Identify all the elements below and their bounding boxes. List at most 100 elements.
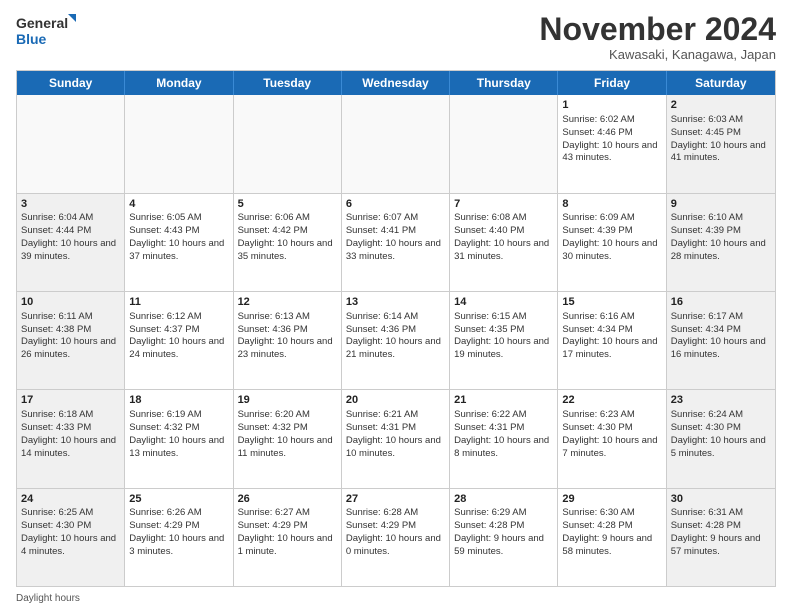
calendar-header-cell: Saturday [667,71,775,95]
calendar-cell: 26Sunrise: 6:27 AM Sunset: 4:29 PM Dayli… [234,489,342,586]
day-info: Sunrise: 6:29 AM Sunset: 4:28 PM Dayligh… [454,507,544,556]
calendar-header-cell: Tuesday [234,71,342,95]
footer: Daylight hours [16,593,776,604]
day-number: 7 [454,197,553,212]
calendar-cell: 11Sunrise: 6:12 AM Sunset: 4:37 PM Dayli… [125,292,233,389]
calendar-cell: 15Sunrise: 6:16 AM Sunset: 4:34 PM Dayli… [558,292,666,389]
calendar-header-cell: Monday [125,71,233,95]
calendar-body: 1Sunrise: 6:02 AM Sunset: 4:46 PM Daylig… [17,95,775,586]
day-number: 9 [671,197,771,212]
generalblue-logo-icon: General Blue [16,12,76,50]
calendar-cell: 2Sunrise: 6:03 AM Sunset: 4:45 PM Daylig… [667,95,775,192]
calendar-cell: 29Sunrise: 6:30 AM Sunset: 4:28 PM Dayli… [558,489,666,586]
svg-text:General: General [16,15,68,31]
day-info: Sunrise: 6:23 AM Sunset: 4:30 PM Dayligh… [562,409,657,458]
day-number: 14 [454,295,553,310]
day-info: Sunrise: 6:28 AM Sunset: 4:29 PM Dayligh… [346,507,441,556]
calendar-row: 17Sunrise: 6:18 AM Sunset: 4:33 PM Dayli… [17,389,775,487]
logo: General Blue [16,12,76,50]
day-info: Sunrise: 6:08 AM Sunset: 4:40 PM Dayligh… [454,212,549,261]
calendar-cell: 13Sunrise: 6:14 AM Sunset: 4:36 PM Dayli… [342,292,450,389]
calendar-header-cell: Thursday [450,71,558,95]
calendar-cell: 24Sunrise: 6:25 AM Sunset: 4:30 PM Dayli… [17,489,125,586]
day-number: 30 [671,492,771,507]
calendar-cell: 3Sunrise: 6:04 AM Sunset: 4:44 PM Daylig… [17,194,125,291]
calendar-cell [125,95,233,192]
day-number: 26 [238,492,337,507]
day-number: 2 [671,98,771,113]
day-number: 12 [238,295,337,310]
day-number: 10 [21,295,120,310]
calendar-cell: 8Sunrise: 6:09 AM Sunset: 4:39 PM Daylig… [558,194,666,291]
day-info: Sunrise: 6:30 AM Sunset: 4:28 PM Dayligh… [562,507,652,556]
day-number: 16 [671,295,771,310]
calendar-header-cell: Sunday [17,71,125,95]
day-info: Sunrise: 6:05 AM Sunset: 4:43 PM Dayligh… [129,212,224,261]
day-number: 11 [129,295,228,310]
day-number: 13 [346,295,445,310]
day-info: Sunrise: 6:02 AM Sunset: 4:46 PM Dayligh… [562,114,657,163]
day-info: Sunrise: 6:07 AM Sunset: 4:41 PM Dayligh… [346,212,441,261]
month-title: November 2024 [539,12,776,47]
day-number: 21 [454,393,553,408]
day-info: Sunrise: 6:18 AM Sunset: 4:33 PM Dayligh… [21,409,116,458]
calendar-header-row: SundayMondayTuesdayWednesdayThursdayFrid… [17,71,775,95]
calendar-cell: 6Sunrise: 6:07 AM Sunset: 4:41 PM Daylig… [342,194,450,291]
calendar-cell: 12Sunrise: 6:13 AM Sunset: 4:36 PM Dayli… [234,292,342,389]
day-number: 23 [671,393,771,408]
day-number: 17 [21,393,120,408]
day-number: 6 [346,197,445,212]
calendar-cell: 1Sunrise: 6:02 AM Sunset: 4:46 PM Daylig… [558,95,666,192]
calendar-row: 24Sunrise: 6:25 AM Sunset: 4:30 PM Dayli… [17,488,775,586]
calendar-cell: 18Sunrise: 6:19 AM Sunset: 4:32 PM Dayli… [125,390,233,487]
day-number: 15 [562,295,661,310]
calendar-cell: 23Sunrise: 6:24 AM Sunset: 4:30 PM Dayli… [667,390,775,487]
day-info: Sunrise: 6:09 AM Sunset: 4:39 PM Dayligh… [562,212,657,261]
day-number: 19 [238,393,337,408]
day-info: Sunrise: 6:15 AM Sunset: 4:35 PM Dayligh… [454,311,549,360]
calendar-cell: 25Sunrise: 6:26 AM Sunset: 4:29 PM Dayli… [125,489,233,586]
day-info: Sunrise: 6:12 AM Sunset: 4:37 PM Dayligh… [129,311,224,360]
day-info: Sunrise: 6:03 AM Sunset: 4:45 PM Dayligh… [671,114,766,163]
calendar-cell: 22Sunrise: 6:23 AM Sunset: 4:30 PM Dayli… [558,390,666,487]
day-number: 5 [238,197,337,212]
header: General Blue November 2024 Kawasaki, Kan… [16,12,776,62]
calendar-cell [234,95,342,192]
day-number: 18 [129,393,228,408]
calendar-cell: 21Sunrise: 6:22 AM Sunset: 4:31 PM Dayli… [450,390,558,487]
calendar-header-cell: Wednesday [342,71,450,95]
day-info: Sunrise: 6:16 AM Sunset: 4:34 PM Dayligh… [562,311,657,360]
calendar-row: 1Sunrise: 6:02 AM Sunset: 4:46 PM Daylig… [17,95,775,192]
calendar-cell: 20Sunrise: 6:21 AM Sunset: 4:31 PM Dayli… [342,390,450,487]
day-number: 1 [562,98,661,113]
day-info: Sunrise: 6:22 AM Sunset: 4:31 PM Dayligh… [454,409,549,458]
day-info: Sunrise: 6:04 AM Sunset: 4:44 PM Dayligh… [21,212,116,261]
svg-text:Blue: Blue [16,31,47,47]
day-info: Sunrise: 6:27 AM Sunset: 4:29 PM Dayligh… [238,507,333,556]
day-info: Sunrise: 6:14 AM Sunset: 4:36 PM Dayligh… [346,311,441,360]
calendar-cell: 9Sunrise: 6:10 AM Sunset: 4:39 PM Daylig… [667,194,775,291]
day-info: Sunrise: 6:20 AM Sunset: 4:32 PM Dayligh… [238,409,333,458]
calendar-cell: 30Sunrise: 6:31 AM Sunset: 4:28 PM Dayli… [667,489,775,586]
calendar-cell: 4Sunrise: 6:05 AM Sunset: 4:43 PM Daylig… [125,194,233,291]
calendar-cell [342,95,450,192]
day-number: 28 [454,492,553,507]
footer-text: Daylight hours [16,593,80,604]
calendar-cell: 17Sunrise: 6:18 AM Sunset: 4:33 PM Dayli… [17,390,125,487]
day-number: 25 [129,492,228,507]
day-number: 24 [21,492,120,507]
calendar-cell [450,95,558,192]
day-number: 29 [562,492,661,507]
day-number: 20 [346,393,445,408]
calendar: SundayMondayTuesdayWednesdayThursdayFrid… [16,70,776,587]
calendar-header-cell: Friday [558,71,666,95]
day-info: Sunrise: 6:17 AM Sunset: 4:34 PM Dayligh… [671,311,766,360]
day-info: Sunrise: 6:24 AM Sunset: 4:30 PM Dayligh… [671,409,766,458]
day-number: 8 [562,197,661,212]
day-info: Sunrise: 6:31 AM Sunset: 4:28 PM Dayligh… [671,507,761,556]
calendar-row: 3Sunrise: 6:04 AM Sunset: 4:44 PM Daylig… [17,193,775,291]
title-block: November 2024 Kawasaki, Kanagawa, Japan [539,12,776,62]
location: Kawasaki, Kanagawa, Japan [539,47,776,62]
calendar-cell: 7Sunrise: 6:08 AM Sunset: 4:40 PM Daylig… [450,194,558,291]
calendar-cell: 27Sunrise: 6:28 AM Sunset: 4:29 PM Dayli… [342,489,450,586]
